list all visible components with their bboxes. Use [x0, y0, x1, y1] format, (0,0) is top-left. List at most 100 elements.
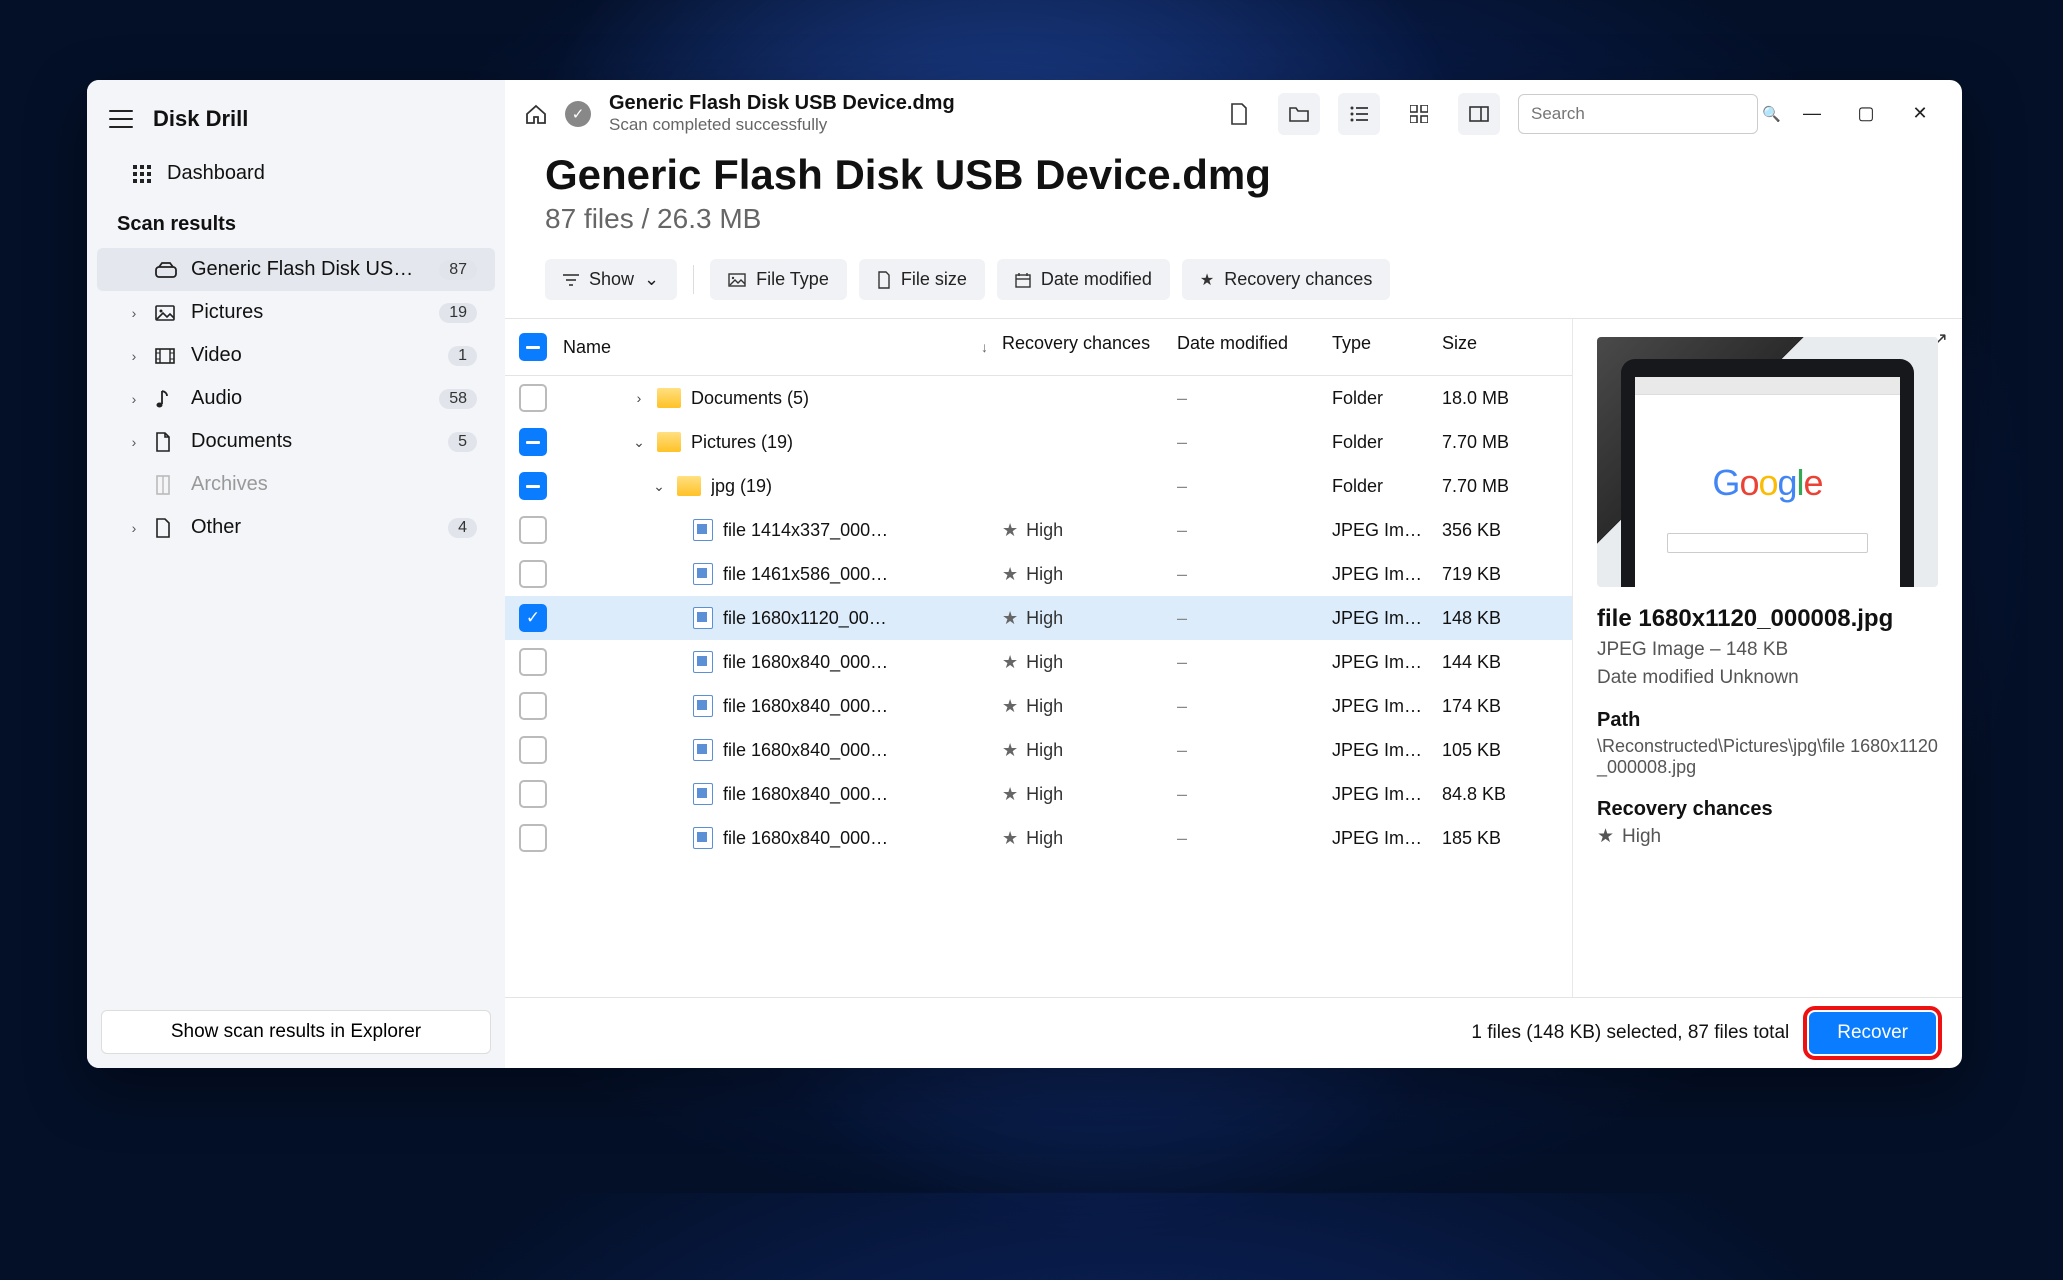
sidebar-item-label: Documents [191, 430, 434, 453]
chevron-right-icon[interactable]: › [127, 348, 141, 364]
search-field[interactable]: 🔍 [1518, 94, 1758, 134]
folder-icon [657, 432, 681, 452]
file-rows[interactable]: ›Documents (5)–Folder18.0 MB⌄Pictures (1… [505, 376, 1572, 997]
chevron-right-icon[interactable]: › [127, 391, 141, 407]
preview-panel: ↗ Google file 1680x1120_000008.jpg JPEG … [1572, 319, 1962, 997]
column-recovery[interactable]: Recovery chances [1002, 333, 1177, 361]
column-date[interactable]: Date modified [1177, 333, 1332, 361]
document-icon [155, 432, 177, 452]
row-date: – [1177, 564, 1332, 585]
table-row[interactable]: ›Documents (5)–Folder18.0 MB [505, 376, 1572, 420]
maximize-icon[interactable]: ▢ [1854, 103, 1878, 124]
chevron-right-icon[interactable]: › [127, 520, 141, 536]
row-date: – [1177, 476, 1332, 497]
sidebar-item-archives[interactable]: Archives [97, 463, 495, 506]
sidebar-item-label: Other [191, 516, 434, 539]
table-row[interactable]: ⌄jpg (19)–Folder7.70 MB [505, 464, 1572, 508]
row-size: 18.0 MB [1442, 388, 1552, 409]
row-name: file 1680x840_000… [723, 740, 888, 761]
row-recovery: High [1026, 740, 1063, 761]
table-row[interactable]: file 1461x586_000…★High–JPEG Im…719 KB [505, 552, 1572, 596]
file-icon [693, 651, 713, 673]
row-name: file 1680x1120_00… [723, 608, 887, 629]
chevron-right-icon[interactable]: › [127, 305, 141, 321]
filter-recovery-chances[interactable]: ★ Recovery chances [1182, 259, 1390, 300]
filter-label: File Type [756, 269, 829, 290]
row-checkbox[interactable] [519, 604, 547, 632]
sidebar-dashboard[interactable]: Dashboard [87, 150, 505, 199]
folder-view-icon[interactable] [1278, 93, 1320, 135]
filter-show[interactable]: Show ⌄ [545, 259, 677, 300]
table-row[interactable]: file 1680x840_000…★High–JPEG Im…105 KB [505, 728, 1572, 772]
column-type[interactable]: Type [1332, 333, 1442, 361]
search-input[interactable] [1531, 104, 1752, 124]
file-list: Name↓ Recovery chances Date modified Typ… [505, 319, 1572, 997]
row-checkbox[interactable] [519, 560, 547, 588]
table-row[interactable]: file 1680x840_000…★High–JPEG Im…174 KB [505, 684, 1572, 728]
grid-icon [133, 165, 151, 183]
sort-desc-icon: ↓ [981, 339, 988, 355]
sidebar-item-documents[interactable]: › Documents 5 [97, 420, 495, 463]
menu-icon[interactable] [109, 107, 133, 131]
row-checkbox[interactable] [519, 736, 547, 764]
filter-label: Show [589, 269, 634, 290]
music-icon [155, 389, 177, 409]
column-size[interactable]: Size [1442, 333, 1552, 361]
sidebar-item-label: Archives [191, 473, 477, 496]
table-row[interactable]: file 1680x840_000…★High–JPEG Im…84.8 KB [505, 772, 1572, 816]
sidebar-item-audio[interactable]: › Audio 58 [97, 377, 495, 420]
sidebar-item-video[interactable]: › Video 1 [97, 334, 495, 377]
home-icon[interactable] [525, 104, 547, 124]
sidebar-item-other[interactable]: › Other 4 [97, 506, 495, 549]
row-size: 356 KB [1442, 520, 1552, 541]
chevron-down-icon[interactable]: ⌄ [651, 478, 667, 495]
preview-path-label: Path [1597, 709, 1938, 732]
chevron-right-icon[interactable]: › [631, 390, 647, 406]
sidebar-item-device[interactable]: Generic Flash Disk USB D… 87 [97, 248, 495, 291]
row-checkbox[interactable] [519, 472, 547, 500]
sidebar-item-label: Audio [191, 387, 425, 410]
chevron-down-icon[interactable]: ⌄ [631, 434, 647, 451]
row-checkbox[interactable] [519, 780, 547, 808]
split-view-icon[interactable] [1458, 93, 1500, 135]
filter-file-size[interactable]: File size [859, 259, 985, 300]
select-all-checkbox[interactable] [519, 333, 547, 361]
film-icon [155, 348, 177, 364]
row-checkbox[interactable] [519, 384, 547, 412]
new-file-icon[interactable] [1218, 93, 1260, 135]
table-row[interactable]: file 1680x840_000…★High–JPEG Im…144 KB [505, 640, 1572, 684]
row-date: – [1177, 784, 1332, 805]
file-icon [155, 518, 177, 538]
row-checkbox[interactable] [519, 824, 547, 852]
table-row[interactable]: file 1414x337_000…★High–JPEG Im…356 KB [505, 508, 1572, 552]
minimize-icon[interactable]: — [1800, 103, 1824, 124]
filter-file-type[interactable]: File Type [710, 259, 847, 300]
row-checkbox[interactable] [519, 692, 547, 720]
column-headers: Name↓ Recovery chances Date modified Typ… [505, 319, 1572, 376]
list-view-icon[interactable] [1338, 93, 1380, 135]
column-name[interactable]: Name↓ [563, 333, 1002, 361]
row-checkbox[interactable] [519, 428, 547, 456]
sidebar-item-pictures[interactable]: › Pictures 19 [97, 291, 495, 334]
close-icon[interactable]: ✕ [1908, 103, 1932, 124]
filter-icon [563, 273, 579, 287]
row-checkbox[interactable] [519, 516, 547, 544]
table-row[interactable]: file 1680x1120_00…★High–JPEG Im…148 KB [505, 596, 1572, 640]
table-row[interactable]: ⌄Pictures (19)–Folder7.70 MB [505, 420, 1572, 464]
star-icon: ★ [1002, 652, 1018, 673]
row-checkbox[interactable] [519, 648, 547, 676]
preview-path: \Reconstructed\Pictures\jpg\file 1680x11… [1597, 736, 1938, 778]
row-type: JPEG Im… [1332, 784, 1442, 805]
row-recovery: High [1026, 784, 1063, 805]
star-icon: ★ [1002, 608, 1018, 629]
row-date: – [1177, 520, 1332, 541]
table-row[interactable]: file 1680x840_000…★High–JPEG Im…185 KB [505, 816, 1572, 860]
filter-date-modified[interactable]: Date modified [997, 259, 1170, 300]
show-in-explorer-button[interactable]: Show scan results in Explorer [101, 1010, 491, 1054]
chevron-right-icon[interactable]: › [127, 434, 141, 450]
grid-view-icon[interactable] [1398, 93, 1440, 135]
page-title: Generic Flash Disk USB Device.dmg [545, 151, 1922, 199]
row-recovery: High [1026, 564, 1063, 585]
star-icon: ★ [1002, 564, 1018, 585]
recover-button[interactable]: Recover [1809, 1012, 1936, 1054]
